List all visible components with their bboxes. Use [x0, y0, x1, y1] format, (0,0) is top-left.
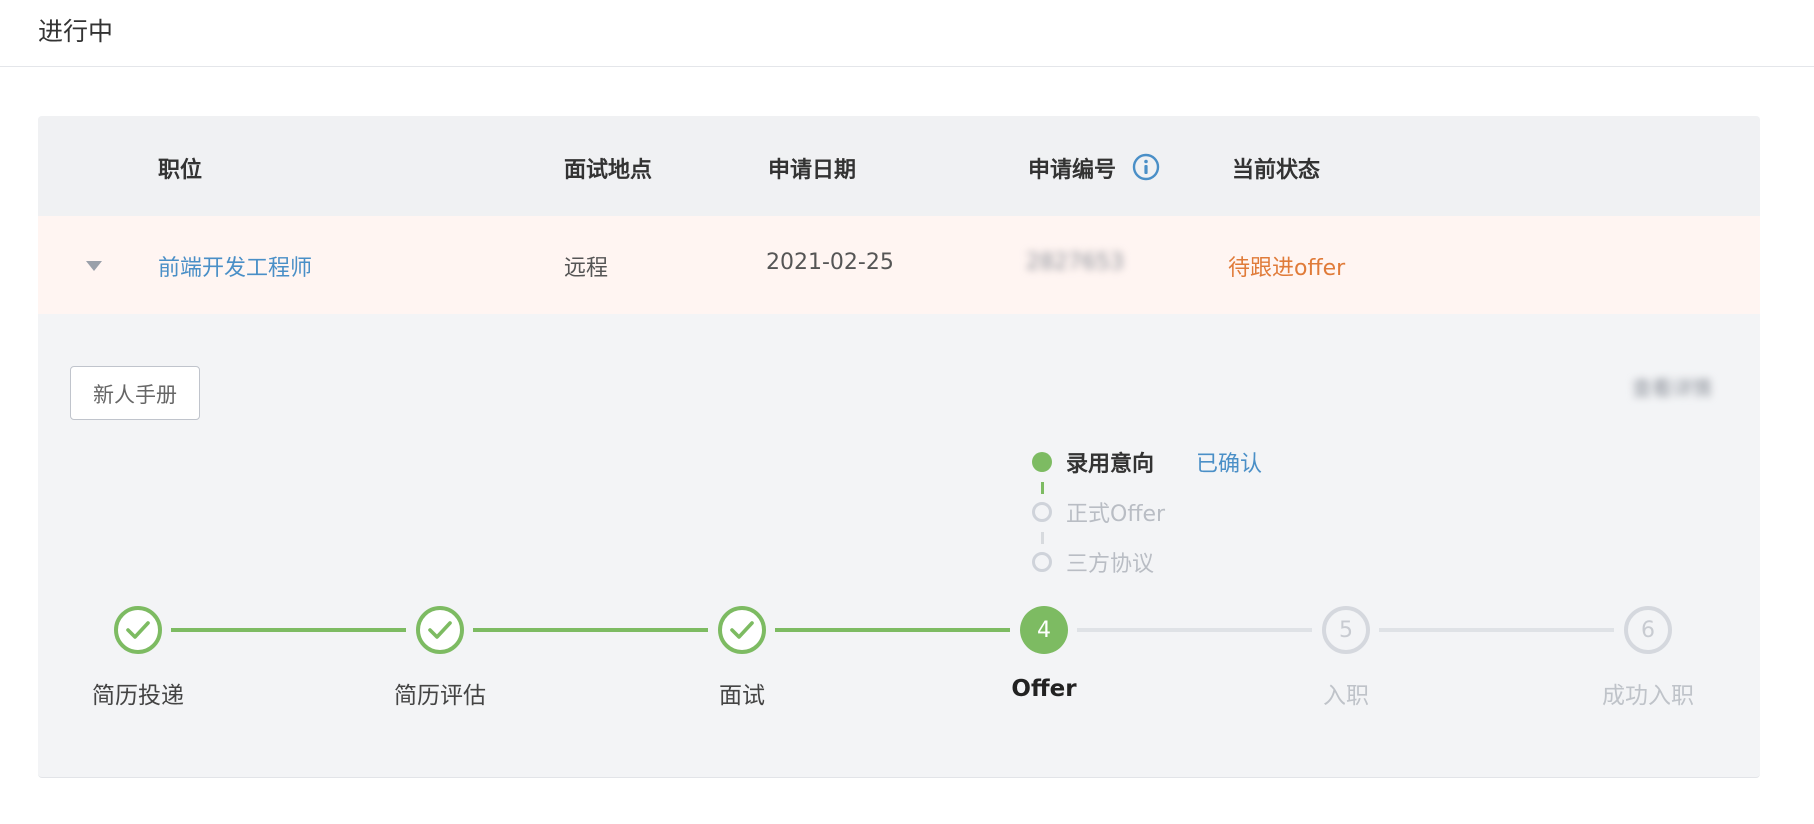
apply-date: 2021-02-25	[766, 250, 894, 275]
substep-label: 三方协议	[1066, 552, 1155, 577]
progress-track-done	[775, 628, 1010, 632]
step-4-number: 4	[1020, 606, 1068, 654]
info-circle-icon[interactable]	[1132, 153, 1160, 187]
progress-track-todo	[1379, 628, 1614, 632]
step-label-resume-submit: 简历投递	[92, 683, 184, 709]
column-header-apply-id: 申请编号	[1028, 152, 1160, 187]
caret-down-icon[interactable]	[86, 261, 102, 271]
table-header: 职位 面试地点 申请日期 申请编号 当前状态	[38, 116, 1760, 216]
column-header-position: 职位	[158, 158, 203, 183]
substep-connector	[1041, 482, 1044, 494]
substep-label: 录用意向	[1066, 452, 1155, 477]
progress-track-todo	[1077, 628, 1312, 632]
step-label-onboard: 入职	[1323, 683, 1369, 709]
page-title: 进行中	[38, 17, 114, 46]
step-label-interview: 面试	[719, 683, 765, 709]
substep-connector	[1041, 532, 1044, 544]
column-header-apply-date: 申请日期	[768, 158, 857, 183]
column-header-apply-id-label: 申请编号	[1028, 158, 1117, 183]
column-header-status: 当前状态	[1232, 158, 1321, 183]
application-panel: 职位 面试地点 申请日期 申请编号 当前状态 前端开发工程师 远程 2021-0…	[38, 116, 1760, 778]
substep-label: 正式Offer	[1066, 502, 1166, 527]
table-row[interactable]: 前端开发工程师 远程 2021-02-25 2827653 待跟进offer	[38, 216, 1760, 314]
apply-id-value: 2827653	[1026, 250, 1124, 275]
step-3-check-icon	[718, 606, 766, 654]
progress-track-done	[171, 628, 406, 632]
substep-dot-inactive	[1032, 552, 1052, 572]
step-2-check-icon	[416, 606, 464, 654]
progress-track-done	[473, 628, 708, 632]
details-link[interactable]: 查看详情	[1632, 372, 1712, 401]
job-title-link[interactable]: 前端开发工程师	[158, 250, 312, 282]
step-6-number: 6	[1624, 606, 1672, 654]
step-1-check-icon	[114, 606, 162, 654]
step-5-number: 5	[1322, 606, 1370, 654]
status-badge: 待跟进offer	[1228, 256, 1346, 281]
page-header: 进行中	[0, 0, 1814, 67]
substep-dot-active	[1032, 452, 1052, 472]
substep-state-confirmed[interactable]: 已确认	[1196, 446, 1262, 478]
column-header-location: 面试地点	[564, 158, 653, 183]
step-label-offer: Offer	[1011, 676, 1077, 702]
application-page: 进行中 职位 面试地点 申请日期 申请编号 当前状态 前端开发工程师 远程 20…	[0, 0, 1814, 824]
step-label-onboard-success: 成功入职	[1602, 683, 1694, 709]
interview-location: 远程	[564, 256, 609, 281]
step-label-resume-review: 简历评估	[394, 683, 486, 709]
new-hire-handbook-button[interactable]: 新人手册	[70, 366, 200, 420]
substep-dot-inactive	[1032, 502, 1052, 522]
